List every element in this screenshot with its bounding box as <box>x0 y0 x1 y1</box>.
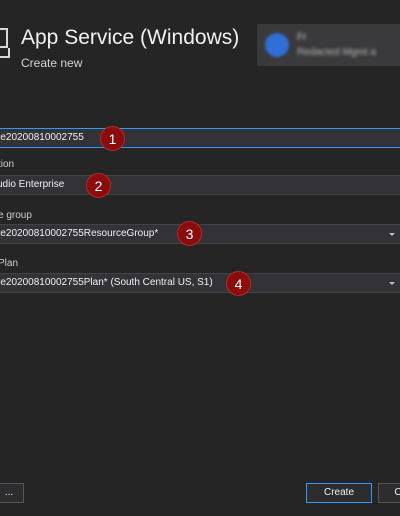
account-card[interactable]: Fr Redacted Mgmt a <box>257 24 400 66</box>
callout-badge-3: 3 <box>177 221 202 246</box>
subscription-select[interactable]: udio Enterprise <box>0 175 400 195</box>
hosting-plan-select[interactable]: re20200810002755Plan* (South Central US,… <box>0 273 400 293</box>
dialog-subtitle: Create new <box>21 56 83 70</box>
account-name: Fr <box>297 32 307 43</box>
avatar <box>265 33 289 57</box>
hosting-plan-value: re20200810002755Plan* (South Central US,… <box>0 277 213 288</box>
name-input[interactable]: re20200810002755 <box>0 128 400 148</box>
resource-group-label: e group <box>0 210 32 221</box>
cancel-button[interactable]: C <box>378 483 400 503</box>
chevron-down-icon[interactable] <box>389 233 395 236</box>
callout-badge-2: 2 <box>86 173 111 198</box>
callout-badge-1: 1 <box>100 126 125 151</box>
app-service-icon-base <box>0 48 10 58</box>
chevron-down-icon[interactable] <box>389 282 395 285</box>
hosting-plan-label: Plan <box>0 258 19 269</box>
subscription-value: udio Enterprise <box>0 179 65 190</box>
callout-badge-4: 4 <box>226 271 251 296</box>
create-button[interactable]: Create <box>306 483 372 503</box>
resource-group-value: re20200810002755ResourceGroup* <box>0 228 159 239</box>
name-input-value: re20200810002755 <box>0 132 84 143</box>
subscription-label: tion <box>0 159 15 170</box>
more-options-button[interactable]: ... <box>0 483 24 503</box>
app-service-icon <box>0 28 8 48</box>
dialog-title: App Service (Windows) <box>21 26 240 49</box>
account-email: Redacted Mgmt a <box>297 47 376 58</box>
